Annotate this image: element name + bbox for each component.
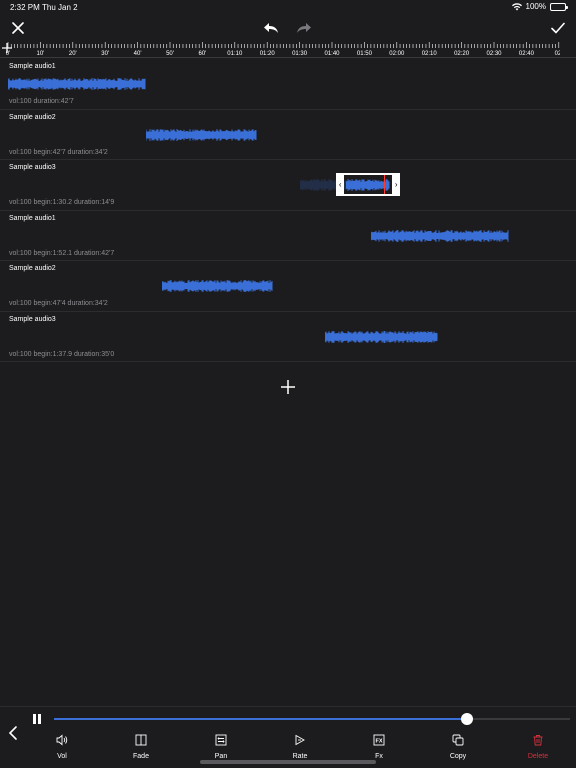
redo-icon (297, 23, 311, 33)
track-info: vol:100 begin:1:30.2 duration:14'9 (9, 199, 115, 206)
track-info: vol:100 begin:42'7 duration:34'2 (9, 148, 108, 156)
waveform[interactable] (161, 279, 273, 292)
waveform[interactable] (370, 229, 509, 242)
battery-percent: 100% (525, 2, 546, 11)
rate-icon (294, 733, 306, 751)
track-row[interactable]: Sample audio3 ‹ › vol:100 begin:1:30.2 dura… (0, 160, 576, 211)
waveform[interactable] (145, 128, 257, 141)
ruler-label: 01:30 (292, 51, 308, 57)
edit-toolbar: Vol Fade Pan Rate FX Fx Copy Delete (0, 733, 576, 763)
ruler-ticks: 0' 10' 20' 30' 40' 50' 60' 01:10 01:20 01:30 01:40… (6, 42, 560, 57)
tool-delete-button[interactable]: Delete (508, 733, 568, 760)
ruler-label: 02: (555, 51, 560, 57)
trim-handle-right[interactable]: › (392, 173, 401, 196)
selection-box[interactable]: ‹ › (336, 173, 401, 196)
playhead-marker (384, 175, 386, 194)
status-right: 100% (511, 2, 568, 11)
pan-icon (215, 733, 227, 751)
track-name: Sample audio1 (9, 214, 56, 222)
ruler-label: 02:40 (519, 51, 535, 57)
add-icon[interactable] (0, 41, 14, 55)
playback-progress (54, 718, 467, 720)
track-row[interactable]: Sample audio1 vol:100 begin:1:52.1 durati… (0, 211, 576, 261)
speaker-icon (56, 733, 68, 751)
ruler-label: 01:20 (260, 51, 276, 57)
tool-fade-button[interactable]: Fade (111, 733, 171, 760)
track-row[interactable]: Sample audio2 vol:100 begin:47'4 duration… (0, 261, 576, 312)
player-panel: Vol Fade Pan Rate FX Fx Copy Delete (0, 706, 576, 768)
battery-icon (550, 2, 568, 11)
track-list: Sample audio1 vol:100 duration:42'7 Sample… (0, 59, 576, 362)
track-info: vol:100 begin:1:37.9 duration:35'0 (9, 350, 115, 358)
confirm-button[interactable] (548, 18, 568, 38)
tool-label: Fade (133, 753, 149, 760)
ruler-label: 01:50 (357, 51, 373, 57)
add-track-button[interactable] (280, 379, 296, 395)
ruler-label: 02:00 (389, 51, 405, 57)
tool-pan-button[interactable]: Pan (191, 733, 251, 760)
tool-label: Pan (214, 753, 228, 760)
tool-label: Delete (527, 753, 549, 760)
ruler-label: 01:40 (324, 51, 340, 57)
track-info: vol:100 duration:42'7 (9, 98, 74, 105)
tool-copy-button[interactable]: Copy (428, 733, 488, 760)
ruler-label: 02:20 (454, 51, 470, 57)
tool-label: Fx (375, 753, 383, 760)
track-name: Sample audio3 (9, 315, 56, 323)
chevron-left-icon: ‹ (338, 180, 342, 189)
close-button[interactable] (8, 18, 28, 38)
playback-slider[interactable] (54, 713, 570, 725)
ruler-label: 02:10 (422, 51, 438, 57)
ruler-label: 50' (166, 51, 174, 57)
pause-button[interactable] (31, 713, 43, 725)
svg-text:FX: FX (375, 738, 382, 744)
ruler-label: 60' (198, 51, 206, 57)
track-name: Sample audio1 (9, 63, 56, 70)
ruler-label: 01:10 (227, 51, 243, 57)
undo-button[interactable] (261, 18, 281, 38)
ruler-label: 40' (134, 51, 142, 57)
tool-rate-button[interactable]: Rate (270, 733, 330, 760)
status-time: 2:32 PM (10, 3, 40, 12)
time-ruler[interactable]: 0' 10' 20' 30' 40' 50' 60' 01:10 01:20 01:30 01:40… (0, 40, 576, 58)
status-bar: 2:32 PM Thu Jan 2 100% (0, 0, 576, 14)
track-name: Sample audio2 (9, 265, 56, 272)
home-indicator (200, 760, 376, 764)
track-row[interactable]: Sample audio2 vol:100 begin:42'7 duration… (0, 110, 576, 160)
playback-knob[interactable] (460, 713, 473, 725)
tool-fx-button[interactable]: FX Fx (349, 733, 409, 760)
ruler-label: 10' (36, 51, 44, 57)
tool-label: Rate (292, 753, 308, 760)
track-name: Sample audio2 (9, 113, 56, 121)
chevron-right-icon: › (394, 180, 398, 189)
undo-icon (264, 23, 278, 33)
checkmark-icon (551, 22, 565, 34)
wifi-icon (511, 2, 522, 10)
track-info: vol:100 begin:47'4 duration:34'2 (9, 300, 108, 307)
track-info: vol:100 begin:1:52.1 duration:42'7 (9, 249, 115, 257)
waveform[interactable] (324, 330, 438, 343)
ruler-label: 30' (101, 51, 109, 57)
track-row[interactable]: Sample audio3 vol:100 begin:1:37.9 durati… (0, 312, 576, 362)
ruler-label: 02:30 (486, 51, 502, 57)
waveform[interactable] (7, 77, 146, 90)
tool-label: Vol (57, 753, 67, 760)
fx-icon: FX (373, 733, 385, 751)
ruler-label: 20' (69, 51, 77, 57)
trash-icon (532, 733, 544, 751)
tool-label: Copy (449, 753, 467, 760)
track-name: Sample audio3 (9, 164, 56, 171)
top-toolbar (0, 14, 576, 42)
fade-icon (135, 733, 147, 751)
close-icon (12, 22, 24, 34)
redo-button[interactable] (294, 18, 314, 38)
track-row[interactable]: Sample audio1 vol:100 duration:42'7 (0, 59, 576, 110)
tool-vol-button[interactable]: Vol (32, 733, 92, 760)
status-date: Thu Jan 2 (42, 3, 78, 12)
copy-icon (452, 733, 464, 751)
trim-handle-left[interactable]: ‹ (336, 173, 345, 196)
